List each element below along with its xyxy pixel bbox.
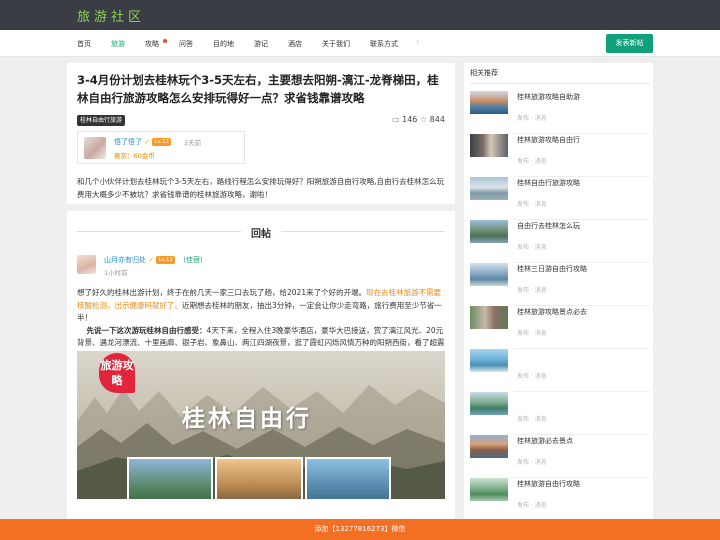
recommend-item[interactable]: 桂林旅游攻略自由行 发布 · 消息	[470, 134, 650, 178]
thumbnail-image[interactable]	[470, 91, 508, 114]
bounty-coins: 悬赏：60金币	[114, 152, 155, 160]
thumbnail-image[interactable]	[470, 134, 508, 157]
nav-item-about[interactable]: 关于我们	[322, 39, 350, 49]
recommend-meta: 发布 · 消息	[517, 158, 547, 165]
reply-text: 想了好久的桂林出游计划，终于在前几天一家三口去玩了趟，给2021来了个好的开端。	[77, 288, 367, 297]
comment-icon: ▭	[392, 115, 400, 124]
page-title: 3-4月份计划去桂林玩个3-5天左右，主要想去阳朔-漓江-龙脊梯田，桂林自由行旅…	[77, 73, 439, 105]
poster-badge: 旅游攻略	[99, 353, 135, 393]
favorite-count: 844	[429, 115, 445, 124]
nav-scroll-icon[interactable]: ‹	[416, 37, 419, 46]
recommend-title[interactable]: 桂林自由行旅游攻略	[517, 178, 580, 188]
nav-item-guides[interactable]: 攻略	[145, 39, 159, 49]
verified-icon: ✓	[148, 256, 155, 264]
recommend-title[interactable]: 桂林旅游自由行攻略	[517, 479, 580, 489]
reply-card: 回帖 山月亦有归处 ✓ Lv.12 (佳宿) 1小时前 想了好久的桂林出游计划，…	[67, 211, 455, 519]
nav-item-home[interactable]: 首页	[77, 39, 91, 49]
star-icon[interactable]: ☆	[420, 115, 427, 124]
top-header: 旅游社区	[0, 0, 720, 30]
nav-item-hotels[interactable]: 酒店	[288, 39, 302, 49]
recommend-title[interactable]: 自由行去桂林怎么玩	[517, 221, 580, 231]
photo-thumbnail	[215, 457, 303, 499]
thumbnail-image[interactable]	[470, 349, 508, 372]
recommend-meta: 发布 · 消息	[517, 201, 547, 208]
nav-item-travelogues[interactable]: 游记	[254, 39, 268, 49]
poster-title: 桂林自由行	[182, 405, 312, 432]
divider	[470, 83, 650, 84]
post-stats: ▭ 146 ☆ 844	[392, 115, 445, 124]
thumbnail-image[interactable]	[470, 478, 508, 501]
guide-poster-image: 旅游攻略 桂林自由行	[77, 351, 445, 499]
recommend-meta: 发布 · 消息	[517, 330, 547, 337]
author-name[interactable]: 悟了悟了 ✓ Lv.12	[114, 137, 171, 147]
recommend-item[interactable]: 桂林自由行旅游攻略 发布 · 消息	[470, 177, 650, 221]
recommend-meta: 发布 · 消息	[517, 115, 547, 122]
author-name-text[interactable]: 悟了悟了	[114, 138, 142, 146]
topic-tag[interactable]: 桂林自由行旅游	[77, 115, 126, 126]
comment-count: 146	[402, 115, 418, 124]
author-box: 悟了悟了 ✓ Lv.12 2天前 悬赏：60金币	[77, 131, 245, 164]
sidebar-heading: 相关推荐	[470, 69, 498, 77]
author-role: (佳宿)	[183, 256, 203, 264]
nav-item-travel[interactable]: 旅游	[111, 39, 125, 49]
recommend-item[interactable]: 发布 · 消息	[470, 349, 650, 393]
recommend-title[interactable]: 桂林旅游攻略自助游	[517, 92, 580, 102]
reply-paragraph: 想了好久的桂林出游计划，终于在前几天一家三口去玩了趟，给2021来了个好的开端。…	[77, 287, 445, 325]
recommend-item[interactable]: 桂林旅游攻略自助游 发布 · 消息	[470, 91, 650, 135]
recommend-title[interactable]: 桂林旅游攻略自由行	[517, 135, 580, 145]
reply-title: 回帖	[251, 229, 271, 240]
level-badge: Lv.12	[156, 256, 175, 264]
thumbnail-image[interactable]	[470, 306, 508, 329]
reply-heading: 回帖	[77, 225, 445, 240]
reply-time: 1小时前	[104, 269, 128, 277]
photo-thumbnail	[305, 457, 391, 499]
thumbnail-image[interactable]	[470, 177, 508, 200]
verified-icon: ✓	[144, 138, 151, 146]
divider	[281, 231, 445, 232]
bold-text: 先说一下这次游玩桂林自由行感受：	[86, 325, 207, 335]
post-time: 2天前	[184, 139, 202, 147]
photo-thumbnail	[127, 457, 213, 499]
recommend-title[interactable]: 桂林三日游自由行攻略	[517, 264, 587, 274]
thumbnail-image[interactable]	[470, 220, 508, 243]
recommend-meta: 发布 · 消息	[517, 244, 547, 251]
recommend-title[interactable]: 桂林旅游攻略景点必去	[517, 307, 587, 317]
recommend-meta: 发布 · 消息	[517, 373, 547, 380]
reply-author[interactable]: 山月亦有归处 ✓ Lv.12 (佳宿)	[104, 255, 203, 265]
recommend-item[interactable]: 发布 · 消息	[470, 392, 650, 436]
recommend-meta: 发布 · 消息	[517, 459, 547, 466]
avatar[interactable]	[77, 255, 96, 274]
wechat-contact-bar[interactable]: 添加【13277816273】微信	[0, 519, 720, 540]
reply-author-name[interactable]: 山月亦有归处	[104, 256, 146, 264]
question-card: 3-4月份计划去桂林玩个3-5天左右，主要想去阳朔-漓江-龙脊梯田，桂林自由行旅…	[67, 63, 455, 204]
nav-item-destinations[interactable]: 目的地	[213, 39, 234, 49]
nav-item-contact[interactable]: 联系方式	[370, 39, 398, 49]
sidebar-recommendations: 相关推荐 桂林旅游攻略自助游 发布 · 消息 桂林旅游攻略自由行 发布 · 消息…	[464, 63, 653, 519]
recommend-item[interactable]: 自由行去桂林怎么玩 发布 · 消息	[470, 220, 650, 264]
recommend-meta: 发布 · 消息	[517, 416, 547, 423]
recommend-item[interactable]: 桂林三日游自由行攻略 发布 · 消息	[470, 263, 650, 307]
hot-dot-icon	[163, 39, 167, 43]
recommend-meta: 发布 · 消息	[517, 287, 547, 294]
recommend-item[interactable]: 桂林旅游必去景点 发布 · 消息	[470, 435, 650, 479]
recommend-item[interactable]: 桂林旅游自由行攻略 发布 · 消息	[470, 478, 650, 522]
nav-item-qa[interactable]: 问答	[179, 39, 193, 49]
recommend-meta: 发布 · 消息	[517, 502, 547, 509]
recommend-item[interactable]: 桂林旅游攻略景点必去 发布 · 消息	[470, 306, 650, 350]
thumbnail-image[interactable]	[470, 263, 508, 286]
question-body: 和几个小伙伴计划去桂林玩个3-5天左右，路线行程怎么安排玩得好？阳朔旅游自由行攻…	[77, 177, 445, 199]
avatar[interactable]	[84, 137, 106, 159]
thumbnail-image[interactable]	[470, 435, 508, 458]
site-logo[interactable]: 旅游社区	[77, 6, 145, 25]
main-nav: 首页 旅游 攻略 问答 目的地 游记 酒店 关于我们 联系方式 ‹ 发表新帖	[0, 30, 720, 57]
level-badge: Lv.12	[152, 138, 171, 146]
new-post-button[interactable]: 发表新帖	[606, 34, 653, 53]
recommend-title[interactable]: 桂林旅游必去景点	[517, 436, 573, 446]
thumbnail-image[interactable]	[470, 392, 508, 415]
